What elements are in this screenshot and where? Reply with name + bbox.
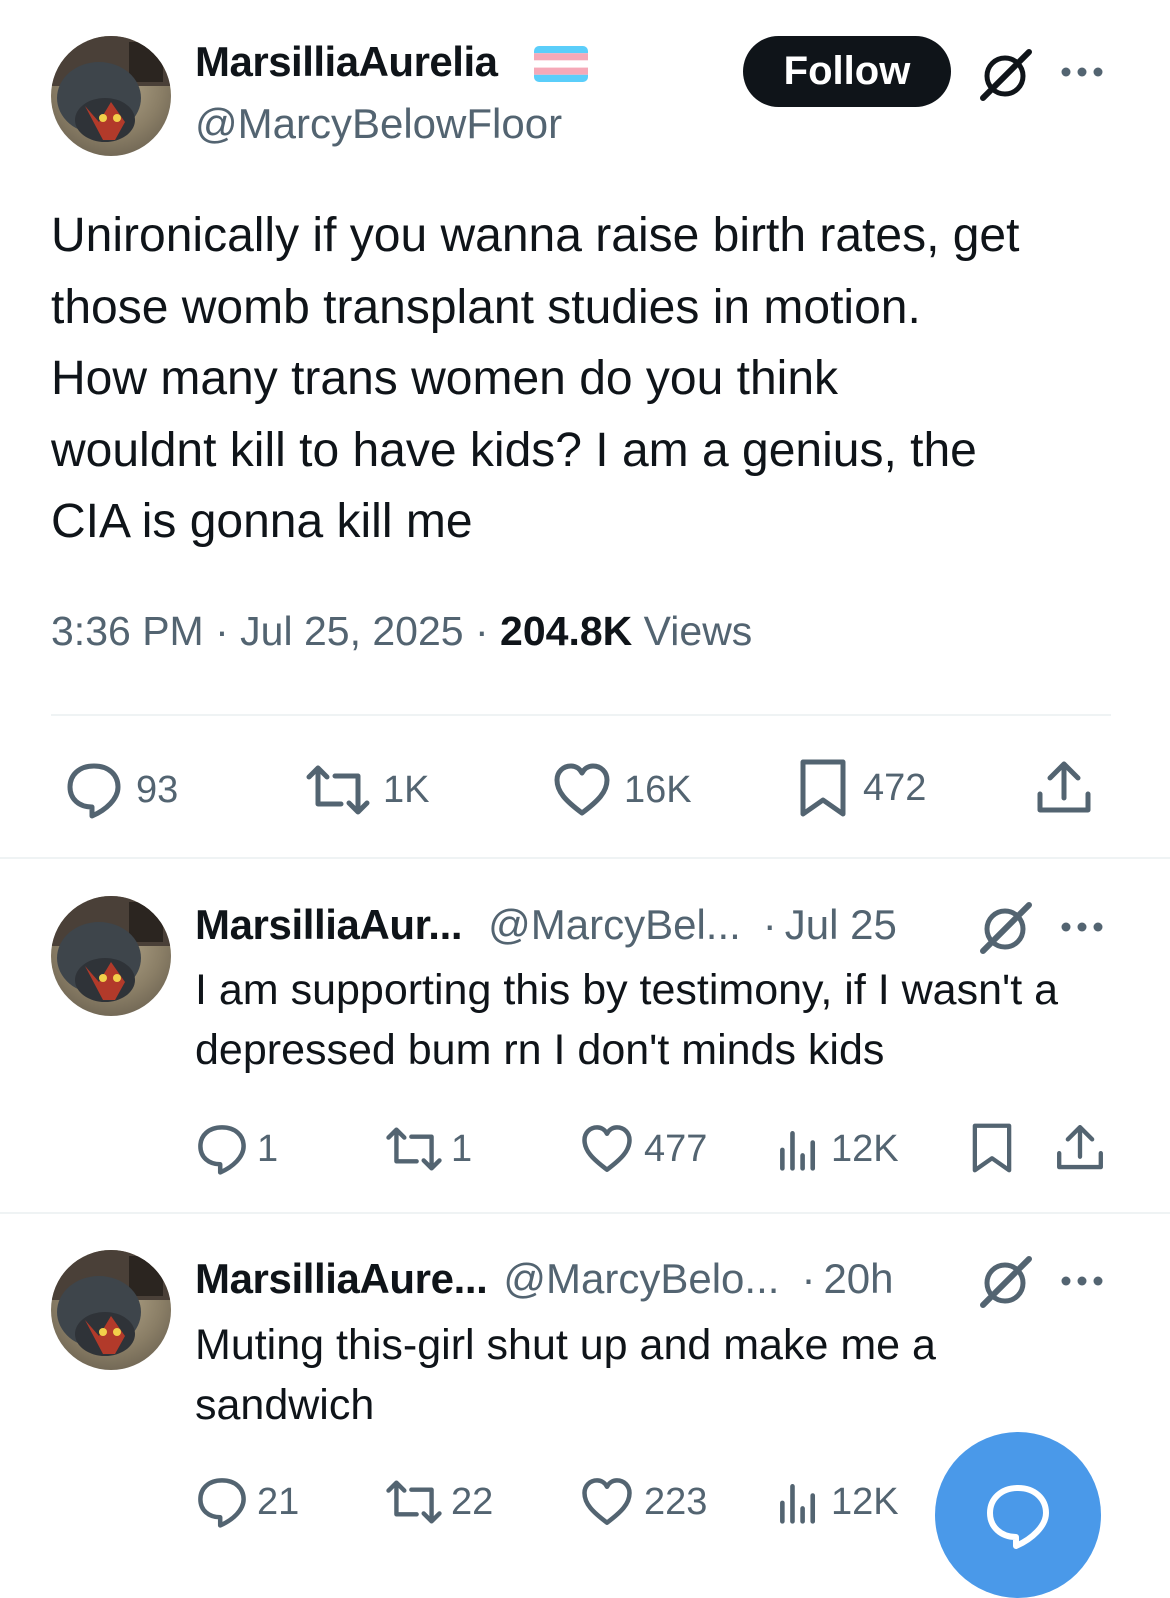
meta-separator: · <box>215 608 229 654</box>
like-count: 477 <box>644 1127 708 1170</box>
repost-count: 22 <box>451 1480 494 1523</box>
reply-avatar[interactable] <box>51 896 171 1016</box>
views-button[interactable]: 12K <box>775 1475 899 1529</box>
grok-icon[interactable] <box>975 899 1035 959</box>
repost-count: 1K <box>383 768 430 811</box>
compose-reply-icon <box>987 1485 1049 1549</box>
tweet-time[interactable]: 3:36 PM <box>51 608 204 654</box>
reply-header: MarsilliaAure... @MarcyBelo... · 20h <box>195 1255 894 1303</box>
repost-icon <box>386 1480 442 1524</box>
like-count: 223 <box>644 1480 708 1523</box>
author-handle[interactable]: @MarcyBelowFloor <box>195 100 562 148</box>
tweet-date[interactable]: Jul 25, 2025 <box>240 608 463 654</box>
reply-time[interactable]: 20h <box>823 1255 893 1303</box>
meta-separator: · <box>762 901 777 948</box>
reply-button[interactable]: 21 <box>195 1475 299 1529</box>
more-options-icon[interactable] <box>1058 917 1106 937</box>
reply-avatar[interactable] <box>51 1250 171 1370</box>
views-count: 12K <box>831 1480 899 1523</box>
more-options-icon[interactable] <box>1058 1271 1106 1291</box>
share-button[interactable] <box>1034 756 1094 820</box>
reply-count: 21 <box>257 1480 300 1523</box>
repost-button[interactable]: 1 <box>385 1122 472 1176</box>
divider <box>0 1212 1170 1214</box>
bookmark-button[interactable] <box>968 1120 1016 1176</box>
share-button[interactable] <box>1054 1120 1106 1176</box>
analytics-icon <box>780 1484 816 1524</box>
repost-icon <box>306 765 370 815</box>
bookmark-icon <box>972 1123 1012 1173</box>
divider <box>51 714 1111 716</box>
reply-handle[interactable]: @MarcyBelo... <box>503 1255 779 1303</box>
more-options-icon[interactable] <box>1058 62 1106 82</box>
repost-button[interactable]: 22 <box>385 1475 493 1529</box>
repost-count: 1 <box>451 1127 473 1170</box>
like-button[interactable]: 16K <box>552 760 692 820</box>
tweet-text: Unironically if you wanna raise birth ra… <box>51 209 1020 548</box>
reply-icon <box>198 1478 246 1528</box>
reply-time[interactable]: Jul 25 <box>785 901 897 949</box>
follow-button[interactable]: Follow <box>743 36 951 107</box>
compose-reply-button[interactable] <box>935 1432 1101 1598</box>
meta-separator: · <box>801 1255 816 1302</box>
like-button[interactable]: 477 <box>580 1122 707 1176</box>
like-count: 16K <box>624 768 692 811</box>
like-button[interactable]: 223 <box>580 1475 707 1529</box>
reply-header: MarsilliaAur... @MarcyBel... · Jul 25 <box>195 901 897 949</box>
repost-icon <box>386 1127 442 1171</box>
reply-handle[interactable]: @MarcyBel... <box>488 901 741 949</box>
author-display-name[interactable]: MarsilliaAurelia <box>195 38 498 86</box>
reply-count: 93 <box>136 768 179 811</box>
reply-display-name[interactable]: MarsilliaAur... <box>195 901 463 949</box>
meta-separator: · <box>474 608 489 654</box>
bookmark-button[interactable]: 472 <box>795 756 926 820</box>
analytics-icon <box>780 1131 816 1171</box>
reply-count: 1 <box>257 1127 279 1170</box>
reply-button[interactable]: 1 <box>195 1122 278 1176</box>
reply-icon <box>67 763 121 819</box>
reply-icon <box>198 1125 246 1175</box>
bookmark-icon <box>800 759 846 817</box>
heart-icon <box>554 763 610 816</box>
views-count: 12K <box>831 1127 899 1170</box>
repost-button[interactable]: 1K <box>305 760 429 820</box>
reply-text: I am supporting this by testimony, if I … <box>195 966 1059 1074</box>
author-avatar[interactable] <box>51 36 171 156</box>
views-count: 204.8K <box>500 608 633 654</box>
grok-icon[interactable] <box>975 46 1035 106</box>
share-icon <box>1057 1125 1103 1170</box>
reply-display-name[interactable]: MarsilliaAure... <box>195 1255 488 1303</box>
reply-text: Muting this-girl shut up and make me a s… <box>195 1321 936 1429</box>
views-button[interactable]: 12K <box>775 1122 899 1176</box>
heart-icon <box>582 1478 632 1525</box>
bookmark-count: 472 <box>863 766 927 809</box>
tweet-meta: 3:36 PM · Jul 25, 2025 · 204.8K Views <box>51 608 752 655</box>
divider <box>0 857 1170 859</box>
reply-button[interactable]: 93 <box>64 760 178 820</box>
grok-icon[interactable] <box>975 1253 1035 1313</box>
trans-flag-emoji <box>534 46 588 82</box>
heart-icon <box>582 1125 632 1172</box>
views-label: Views <box>643 608 753 654</box>
share-icon <box>1037 761 1091 813</box>
